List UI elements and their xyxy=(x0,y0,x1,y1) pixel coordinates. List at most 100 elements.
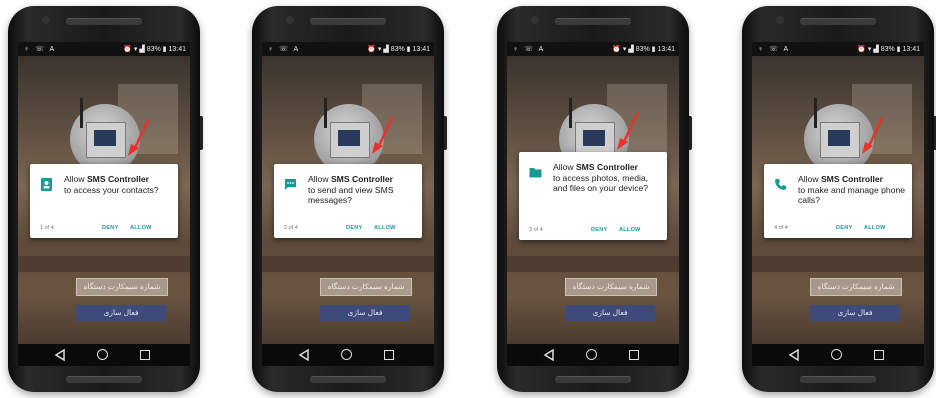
camera xyxy=(286,16,294,24)
recent-apps-icon[interactable] xyxy=(874,350,884,360)
allow-button[interactable]: ALLOW xyxy=(130,225,152,231)
home-icon[interactable] xyxy=(586,349,597,360)
status-left-icons: ♀ ☏ A xyxy=(513,46,546,53)
screen: شماره سیمکارت دستگاه فعال سازی ♀ ☏ A ⏰ ▾… xyxy=(262,42,434,366)
side-button xyxy=(200,116,203,150)
status-right: ⏰ ▾ ▟ 83% ▮ 13:41 xyxy=(123,46,186,53)
back-icon[interactable] xyxy=(54,349,66,361)
status-time: 13:41 xyxy=(412,46,430,53)
red-arrow xyxy=(128,118,150,156)
sim-number-field[interactable]: شماره سیمکارت دستگاه xyxy=(810,278,902,296)
phone-icon xyxy=(775,179,786,190)
sim-number-field[interactable]: شماره سیمکارت دستگاه xyxy=(565,278,657,296)
antenna xyxy=(814,98,817,128)
camera xyxy=(42,16,50,24)
activate-button[interactable]: فعال سازی xyxy=(76,305,166,321)
deny-button[interactable]: DENY xyxy=(102,225,118,231)
bottom-speaker xyxy=(310,376,386,383)
home-icon[interactable] xyxy=(97,349,108,360)
nav-bar xyxy=(752,344,924,366)
dialog-message: Allow SMS Controller to access photos, m… xyxy=(553,162,649,193)
bg-shelf xyxy=(752,256,924,272)
activate-button[interactable]: فعال سازی xyxy=(565,305,655,321)
status-right: ⏰ ▾ ▟ 83% ▮ 13:41 xyxy=(857,46,920,53)
device-lcd xyxy=(828,130,850,146)
red-arrow xyxy=(862,116,884,154)
permission-counter: 3 of 4 xyxy=(529,227,543,233)
device-lcd xyxy=(94,130,116,146)
bg-shelf xyxy=(18,256,190,272)
allow-button[interactable]: ALLOW xyxy=(619,227,641,233)
deny-button[interactable]: DENY xyxy=(346,225,362,231)
status-time: 13:41 xyxy=(168,46,186,53)
back-icon[interactable] xyxy=(298,349,310,361)
status-left-icons: ♀ ☏ A xyxy=(758,46,791,53)
side-button xyxy=(689,116,692,150)
antenna xyxy=(80,98,83,128)
activate-button[interactable]: فعال سازی xyxy=(320,305,410,321)
app-name: SMS Controller xyxy=(820,174,884,184)
bottom-speaker xyxy=(66,376,142,383)
status-bar: ♀ ☏ A ⏰ ▾ ▟ 83% ▮ 13:41 xyxy=(752,42,924,56)
permission-counter: 1 of 4 xyxy=(40,225,54,231)
antenna xyxy=(324,98,327,128)
contacts-icon xyxy=(41,178,52,191)
status-bar: ♀ ☏ A ⏰ ▾ ▟ 83% ▮ 13:41 xyxy=(262,42,434,56)
status-left-icons: ♀ ☏ A xyxy=(24,46,57,53)
app-name: SMS Controller xyxy=(575,162,639,172)
nav-bar xyxy=(262,344,434,366)
allow-button[interactable]: ALLOW xyxy=(374,225,396,231)
device-box xyxy=(86,122,126,158)
antenna xyxy=(569,98,572,128)
top-speaker xyxy=(310,18,386,25)
red-arrow xyxy=(617,112,639,150)
recent-apps-icon[interactable] xyxy=(140,350,150,360)
bg-shelf xyxy=(507,256,679,272)
status-time: 13:41 xyxy=(902,46,920,53)
sim-number-field[interactable]: شماره سیمکارت دستگاه xyxy=(76,278,168,296)
top-speaker xyxy=(800,18,876,25)
side-button xyxy=(444,116,447,150)
permission-dialog: Allow SMS Controller to send and view SM… xyxy=(274,164,422,238)
permission-dialog: Allow SMS Controller to access your cont… xyxy=(30,164,178,238)
dialog-message: Allow SMS Controller to send and view SM… xyxy=(308,174,394,205)
nav-bar xyxy=(18,344,190,366)
top-speaker xyxy=(555,18,631,25)
dialog-message: Allow SMS Controller to access your cont… xyxy=(64,174,159,195)
activate-button[interactable]: فعال سازی xyxy=(810,305,900,321)
device-lcd xyxy=(583,130,605,146)
allow-button[interactable]: ALLOW xyxy=(864,225,886,231)
permission-dialog: Allow SMS Controller to access photos, m… xyxy=(519,152,667,240)
device-lcd xyxy=(338,130,360,146)
status-left-icons: ♀ ☏ A xyxy=(268,46,301,53)
back-icon[interactable] xyxy=(543,349,555,361)
permission-counter: 2 of 4 xyxy=(284,225,298,231)
phone-4: شماره سیمکارت دستگاه فعال سازی ♀ ☏ A ⏰ ▾… xyxy=(742,6,936,392)
home-icon[interactable] xyxy=(341,349,352,360)
app-name: SMS Controller xyxy=(330,174,394,184)
home-icon[interactable] xyxy=(831,349,842,360)
screen: شماره سیمکارت دستگاه فعال سازی ♀ ☏ A ⏰ ▾… xyxy=(18,42,190,366)
status-right: ⏰ ▾ ▟ 83% ▮ 13:41 xyxy=(612,46,675,53)
app-name: SMS Controller xyxy=(86,174,150,184)
bottom-speaker xyxy=(800,376,876,383)
recent-apps-icon[interactable] xyxy=(629,350,639,360)
top-speaker xyxy=(66,18,142,25)
screen: شماره سیمکارت دستگاه فعال سازی ♀ ☏ A ⏰ ▾… xyxy=(507,42,679,366)
sim-number-field[interactable]: شماره سیمکارت دستگاه xyxy=(320,278,412,296)
red-arrow xyxy=(372,116,394,154)
deny-button[interactable]: DENY xyxy=(591,227,607,233)
status-bar: ♀ ☏ A ⏰ ▾ ▟ 83% ▮ 13:41 xyxy=(507,42,679,56)
status-time: 13:41 xyxy=(657,46,675,53)
recent-apps-icon[interactable] xyxy=(384,350,394,360)
folder-icon xyxy=(529,168,542,178)
phone-2: شماره سیمکارت دستگاه فعال سازی ♀ ☏ A ⏰ ▾… xyxy=(252,6,447,392)
deny-button[interactable]: DENY xyxy=(836,225,852,231)
camera xyxy=(531,16,539,24)
nav-bar xyxy=(507,344,679,366)
phone-1: شماره سیمکارت دستگاه فعال سازی ♀ ☏ A ⏰ ▾… xyxy=(8,6,203,392)
bottom-speaker xyxy=(555,376,631,383)
phone-3: شماره سیمکارت دستگاه فعال سازی ♀ ☏ A ⏰ ▾… xyxy=(497,6,692,392)
permission-counter: 4 of 4 xyxy=(774,225,788,231)
back-icon[interactable] xyxy=(788,349,800,361)
